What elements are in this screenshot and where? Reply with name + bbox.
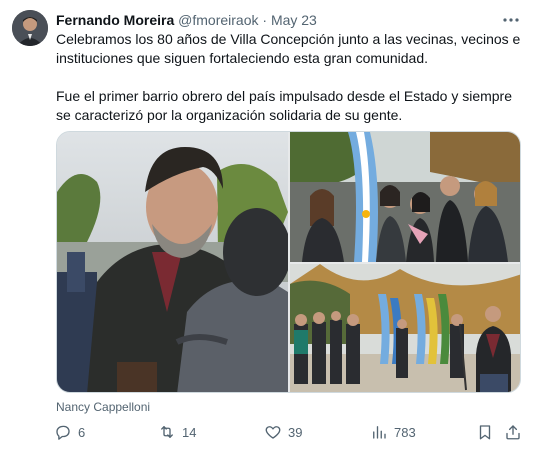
views-button[interactable]: 783	[370, 420, 416, 444]
retweet-count: 14	[182, 424, 197, 440]
author-name[interactable]: Fernando Moreira	[56, 12, 174, 28]
action-bar: 6 14 39 783	[50, 420, 530, 444]
like-button[interactable]: 39	[264, 420, 302, 444]
views-count: 783	[394, 424, 416, 440]
tweet-paragraph-1: Celebramos los 80 años de Villa Concepci…	[56, 31, 521, 66]
separator-dot: ·	[262, 12, 268, 28]
reply-icon	[56, 425, 70, 440]
photo-man-greeting-person[interactable]	[57, 132, 288, 392]
photo-credit[interactable]: Nancy Cappelloni	[56, 400, 150, 414]
retweet-button[interactable]: 14	[158, 420, 196, 444]
tweet-header: Fernando Moreira @fmoreiraok · May 23	[56, 11, 523, 29]
bookmark-icon	[479, 425, 491, 440]
author-avatar[interactable]	[12, 10, 48, 46]
photo-outdoor-ceremony-flags[interactable]	[290, 264, 520, 392]
tweet-paragraph-2: Fue el primer barrio obrero del país imp…	[56, 88, 513, 123]
reply-count: 6	[78, 424, 86, 440]
tweet-text: Celebramos los 80 años de Villa Concepci…	[56, 30, 526, 125]
author-handle[interactable]: @fmoreiraok	[178, 12, 258, 28]
reply-button[interactable]: 6	[54, 420, 85, 444]
more-dots-icon[interactable]	[501, 10, 521, 30]
photo-group-with-flag[interactable]	[290, 132, 520, 262]
media-grid	[56, 131, 521, 393]
retweet-icon	[161, 426, 173, 438]
share-button[interactable]	[504, 420, 522, 444]
share-icon	[506, 425, 520, 440]
views-icon	[373, 426, 386, 439]
like-count: 39	[288, 424, 303, 440]
tweet-date[interactable]: May 23	[271, 12, 317, 28]
heart-icon	[265, 426, 281, 439]
tweet-card[interactable]: Fernando Moreira @fmoreiraok · May 23 Ce…	[0, 0, 535, 453]
bookmark-button[interactable]	[476, 420, 494, 444]
